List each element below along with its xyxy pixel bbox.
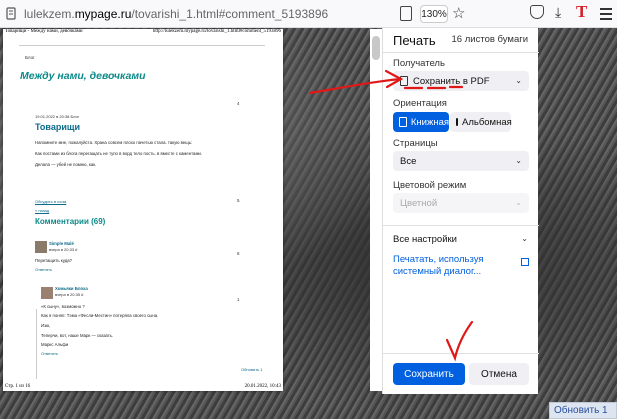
- preview-number: 1: [237, 297, 240, 302]
- preview-comment-meta: вчера в 20:33 #: [49, 247, 78, 252]
- print-settings-panel: Печать 16 листов бумаги Получатель Сохра…: [382, 28, 539, 394]
- cancel-button[interactable]: Отмена: [469, 363, 529, 385]
- landscape-label: Альбомная: [462, 116, 512, 128]
- preview-reply-link: Ответить: [35, 267, 53, 272]
- divider: [383, 52, 539, 53]
- chevron-down-icon[interactable]: ⌄: [521, 234, 528, 243]
- preview-number: 5: [237, 198, 240, 203]
- print-title: Печать: [393, 33, 436, 48]
- zoom-level-button[interactable]: 130%: [420, 5, 448, 23]
- portrait-button[interactable]: Книжная: [393, 112, 449, 132]
- external-link-icon: [521, 258, 529, 266]
- portrait-icon: [399, 117, 407, 127]
- preview-avatar: [41, 287, 53, 299]
- url-subdomain: lulekzem.: [24, 7, 75, 21]
- comment-thread-line: [36, 309, 37, 379]
- landscape-icon: [456, 118, 458, 126]
- preview-post-text: Напомните мне, пожалуйста. Хрaна совсем …: [35, 140, 193, 145]
- bookmark-star-icon[interactable]: ☆: [452, 4, 465, 22]
- system-dialog-link[interactable]: Печатать, используя системный диалог...: [393, 254, 513, 278]
- landscape-button[interactable]: Альбомная: [450, 112, 512, 132]
- chevron-down-icon: ⌄: [515, 156, 522, 165]
- update-button[interactable]: Обновить 1: [549, 402, 617, 419]
- preview-avatar: [35, 241, 47, 253]
- chevron-down-icon: ⌄: [515, 76, 522, 85]
- pocket-icon[interactable]: [530, 5, 544, 19]
- scrollbar-thumb[interactable]: [372, 36, 380, 60]
- preview-comment-meta: вчера в 20:35 #: [55, 292, 84, 297]
- preview-update-link: Обновить 1: [241, 367, 263, 372]
- color-mode-label: Цветовой режим: [393, 180, 467, 191]
- color-mode-select: Цветной ⌄: [393, 193, 529, 213]
- preview-comment-text: Маркс Альфи: [41, 342, 69, 347]
- preview-number: 6: [237, 251, 240, 256]
- preview-header-url: http://lulekzem.mypage.ru/tovarishi_1.ht…: [152, 29, 281, 34]
- portrait-label: Книжная: [410, 116, 449, 128]
- preview-post-title: Товарищи: [35, 122, 81, 132]
- divider: [19, 45, 265, 46]
- preview-comments-title: Комментарии (69): [35, 217, 106, 226]
- download-icon[interactable]: ⤓: [555, 4, 561, 21]
- printer-value: Сохранить в PDF: [413, 75, 490, 87]
- more-settings-toggle[interactable]: Все настройки: [393, 234, 457, 245]
- address-bar[interactable]: lulekzem.mypage.ru/tovarishi_1.html#comm…: [0, 0, 617, 28]
- preview-header-title: Товарищи - Между нами, девочками: [5, 29, 83, 34]
- color-mode-value: Цветной: [400, 197, 438, 209]
- divider: [383, 225, 539, 226]
- document-icon: [400, 76, 408, 86]
- preview-comment-author: Simple Malé: [49, 241, 74, 246]
- printer-select[interactable]: Сохранить в PDF ⌄: [393, 71, 529, 91]
- url-text[interactable]: lulekzem.mypage.ru/tovarishi_1.html#comm…: [24, 7, 328, 21]
- page-info-icon[interactable]: [6, 7, 16, 20]
- preview-footer-date: 20.01.2022, 10:43: [244, 384, 281, 389]
- reader-view-icon[interactable]: [400, 6, 412, 21]
- divider: [383, 353, 539, 354]
- preview-comment-text: Теперчи, вот, наше Марк — сказать.: [41, 333, 114, 338]
- hamburger-menu-icon[interactable]: [600, 8, 612, 23]
- preview-post-meta: 19.01.2022 в 20:38 Блог: [35, 114, 80, 119]
- preview-blog-title: Между нами, девочками: [20, 70, 146, 82]
- preview-number: 4: [237, 101, 240, 106]
- pages-label: Страницы: [393, 138, 438, 149]
- preview-blog-link: Блог: [25, 55, 35, 60]
- preview-comment-author: Хомьяки Блоха: [55, 286, 88, 291]
- preview-reply-link: Ответить: [41, 351, 59, 356]
- preview-comment-text: Перетащить куда?: [35, 258, 72, 263]
- pages-value: Все: [400, 155, 417, 167]
- preview-comment-text: Изю,: [41, 323, 51, 328]
- preview-scrollbar[interactable]: [370, 29, 382, 391]
- url-domain: mypage.ru: [74, 7, 132, 21]
- orientation-label: Ориентация: [393, 98, 447, 109]
- sheet-count: 16 листов бумаги: [451, 34, 528, 45]
- printer-label: Получатель: [393, 58, 445, 69]
- save-button[interactable]: Сохранить: [393, 363, 465, 385]
- chevron-down-icon: ⌄: [515, 198, 522, 207]
- preview-post-text: Делала — убей не помню, как.: [35, 162, 97, 167]
- preview-post-text: Как постами из блога перегащать не тупо …: [35, 151, 202, 156]
- preview-comment-text: «К сыну», возможно ?: [41, 304, 85, 309]
- print-preview-page: Товарищи - Между нами, девочками http://…: [3, 29, 283, 391]
- url-path: /tovarishi_1.html#comment_5193896: [131, 7, 329, 21]
- pages-select[interactable]: Все ⌄: [393, 151, 529, 171]
- preview-discuss-link: Обсудить в соом: [35, 199, 67, 204]
- preview-footer-page: Стр. 1 из 16: [5, 384, 31, 389]
- preview-nav-link: « назад: [35, 208, 50, 213]
- translator-extension-icon[interactable]: T: [576, 2, 587, 22]
- preview-comment-text: Как я понял: Тэма «Фесли-Местин» потерял…: [41, 313, 159, 318]
